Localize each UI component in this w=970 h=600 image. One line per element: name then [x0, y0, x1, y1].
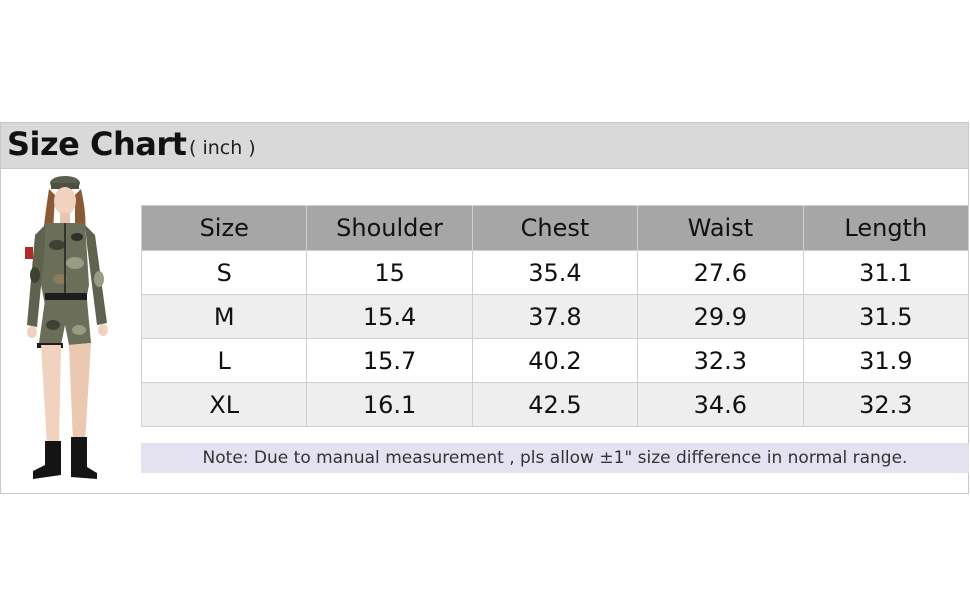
cell-length: 31.9 — [802, 338, 970, 383]
cell-waist: 29.9 — [637, 294, 804, 339]
column-header-chest: Chest — [471, 205, 639, 251]
cell-length: 31.1 — [802, 250, 970, 295]
cell-length: 32.3 — [802, 382, 970, 427]
column-header-size: Size — [140, 205, 308, 251]
table-row: XL 16.1 42.5 34.6 32.3 — [140, 382, 970, 427]
cell-chest: 40.2 — [471, 338, 639, 383]
table-row: M 15.4 37.8 29.9 31.5 — [140, 294, 970, 339]
table-row: S 15 35.4 27.6 31.1 — [140, 250, 970, 295]
title-bar: Size Chart ( inch ) — [1, 123, 968, 169]
size-chart-panel: Size Chart ( inch ) Size Shoulder Chest … — [0, 122, 970, 494]
cell-size: L — [140, 338, 308, 383]
measurement-note: Note: Due to manual measurement , pls al… — [141, 443, 969, 473]
cell-chest: 35.4 — [471, 250, 639, 295]
cell-chest: 42.5 — [471, 382, 639, 427]
cell-size: M — [140, 294, 308, 339]
table-row: L 15.7 40.2 32.3 31.9 — [140, 338, 970, 383]
size-table: Size Shoulder Chest Waist Length S 15 35… — [140, 205, 970, 427]
cell-chest: 37.8 — [471, 294, 639, 339]
cell-waist: 34.6 — [637, 382, 804, 427]
cell-shoulder: 15.4 — [306, 294, 473, 339]
cell-length: 31.5 — [802, 294, 970, 339]
column-header-shoulder: Shoulder — [306, 205, 473, 251]
cell-size: S — [140, 250, 308, 295]
table-header-row: Size Shoulder Chest Waist Length — [140, 205, 970, 251]
column-header-length: Length — [802, 205, 970, 251]
cell-waist: 27.6 — [637, 250, 804, 295]
cell-size: XL — [140, 382, 308, 427]
model-image — [25, 176, 108, 479]
size-chart-title: Size Chart — [7, 125, 187, 163]
cell-shoulder: 16.1 — [306, 382, 473, 427]
cell-waist: 32.3 — [637, 338, 804, 383]
cell-shoulder: 15.7 — [306, 338, 473, 383]
column-header-waist: Waist — [637, 205, 804, 251]
unit-label: ( inch ) — [189, 137, 256, 159]
cell-shoulder: 15 — [306, 250, 473, 295]
